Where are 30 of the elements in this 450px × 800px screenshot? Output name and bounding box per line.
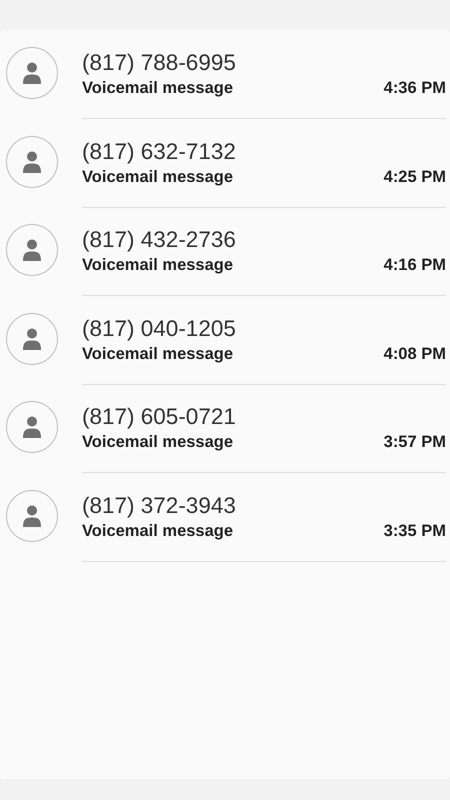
person-icon (23, 239, 41, 261)
voicemail-item[interactable]: (817) 632-7132 Voicemail message 4:25 PM (0, 118, 450, 207)
message-time: 3:35 PM (384, 520, 446, 540)
person-icon (23, 416, 41, 438)
phone-number: (817) 372-3943 (82, 492, 236, 518)
person-icon (23, 328, 41, 350)
message-label: Voicemail message (82, 432, 234, 452)
person-icon (23, 62, 41, 84)
message-label: Voicemail message (82, 166, 234, 186)
message-label: Voicemail message (82, 344, 234, 364)
phone-number: (817) 605-0721 (82, 404, 236, 430)
message-time: 4:25 PM (384, 166, 446, 186)
message-time: 4:08 PM (384, 344, 446, 364)
phone-number: (817) 040-1205 (82, 316, 236, 342)
person-icon (23, 504, 41, 526)
message-time: 3:57 PM (384, 432, 446, 452)
voicemail-item[interactable]: (817) 432-2736 Voicemail message 4:16 PM (0, 207, 450, 296)
voicemail-item[interactable]: (817) 605-0721 Voicemail message 3:57 PM (0, 384, 450, 472)
message-time: 4:16 PM (384, 255, 446, 275)
voicemail-item[interactable]: (817) 788-6995 Voicemail message 4:36 PM (0, 30, 450, 118)
person-icon (23, 150, 41, 172)
message-label: Voicemail message (82, 520, 234, 540)
message-label: Voicemail message (82, 255, 234, 275)
phone-number: (817) 632-7132 (82, 138, 236, 164)
phone-number: (817) 432-2736 (82, 227, 236, 253)
message-time: 4:36 PM (384, 78, 446, 98)
voicemail-item[interactable]: (817) 372-3943 Voicemail message 3:35 PM (0, 472, 450, 561)
message-label: Voicemail message (82, 78, 234, 98)
voicemail-item[interactable]: (817) 040-1205 Voicemail message 4:08 PM (0, 296, 450, 384)
phone-number: (817) 788-6995 (82, 50, 236, 76)
